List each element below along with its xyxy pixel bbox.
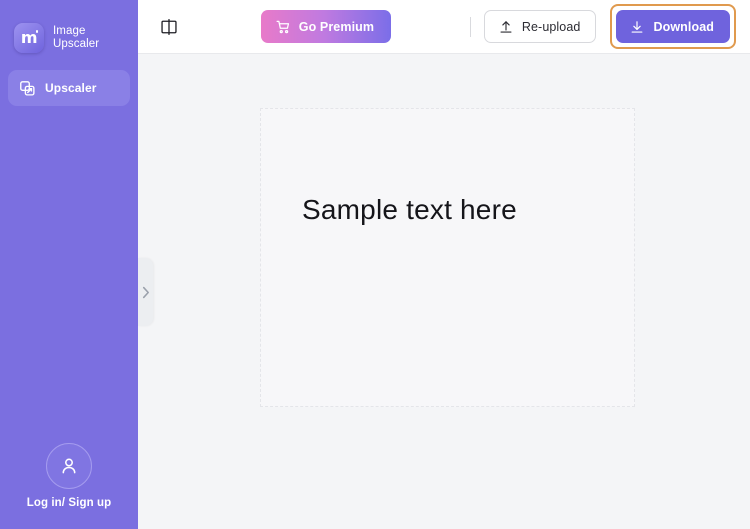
download-label: Download [653, 19, 714, 34]
login-signup-label: Log in/ Sign up [26, 497, 112, 509]
app-root: m Image Upscaler Upscaler Log in/ Sign u… [0, 0, 750, 529]
re-upload-label: Re-upload [521, 19, 581, 34]
sidebar-nav: Upscaler [0, 62, 138, 106]
app-logo-letter: m [20, 27, 38, 47]
sidebar-expand-handle[interactable] [138, 258, 153, 326]
re-upload-button[interactable]: Re-upload [483, 10, 597, 43]
download-highlight-frame: Download [610, 4, 736, 49]
brand[interactable]: m Image Upscaler [0, 0, 138, 62]
app-logo-dot [35, 30, 38, 33]
toolbar: Go Premium Re-upload Download [138, 0, 750, 54]
toolbar-center: Go Premium [182, 10, 470, 43]
split-compare-icon [161, 18, 177, 35]
avatar [46, 443, 92, 489]
canvas-area: Sample text here [138, 54, 750, 529]
sidebar-item-upscaler-label: Upscaler [45, 81, 97, 95]
app-title: Image Upscaler [53, 25, 99, 52]
go-premium-label: Go Premium [298, 19, 375, 34]
image-sample-text: Sample text here [302, 194, 517, 225]
image-preview[interactable]: Sample text here [260, 108, 635, 407]
download-arrow-icon [632, 20, 643, 33]
user-avatar-icon [62, 458, 76, 474]
app-title-line1: Image [53, 24, 86, 37]
main-area: Go Premium Re-upload Download Sample tex… [138, 0, 750, 529]
upload-arrow-icon [500, 20, 512, 33]
toolbar-right: Re-upload Download [469, 4, 736, 49]
toolbar-divider [469, 16, 471, 37]
upscale-image-icon [19, 80, 36, 97]
download-button[interactable]: Download [616, 10, 730, 43]
sidebar-item-upscaler[interactable]: Upscaler [8, 70, 130, 106]
login-signup-button[interactable]: Log in/ Sign up [0, 443, 138, 529]
chevron-right-icon [142, 286, 149, 298]
go-premium-button[interactable]: Go Premium [260, 10, 392, 43]
sidebar: m Image Upscaler Upscaler Log in/ Sign u… [0, 0, 138, 529]
shopping-cart-icon [276, 20, 289, 33]
app-title-line2: Upscaler [53, 38, 100, 50]
app-logo-icon: m [14, 23, 44, 53]
compare-view-button[interactable] [156, 14, 182, 40]
